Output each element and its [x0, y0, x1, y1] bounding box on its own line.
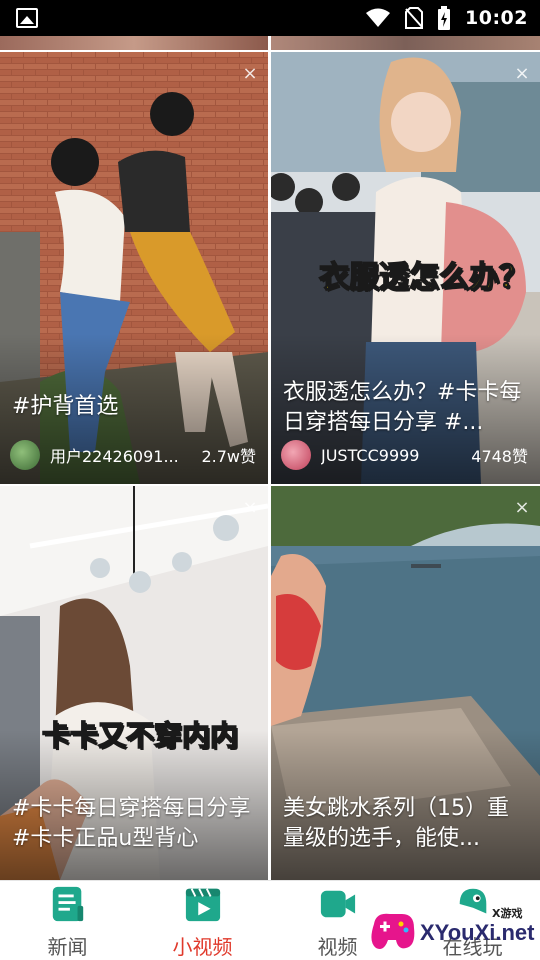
tab-short-video[interactable]: 小视频 [135, 881, 270, 960]
watermark-small: X游戏 [492, 907, 523, 920]
video-caption: #护背首选 [12, 394, 119, 419]
like-count: 4748赞 [471, 447, 528, 466]
dismiss-icon[interactable]: × [514, 65, 530, 83]
gamepad-logo-icon [371, 913, 415, 949]
author-name[interactable]: JUSTCC9999 [321, 446, 461, 465]
tab-label: 视频 [317, 935, 358, 959]
video-card-4[interactable]: × 美女跳水系列（15）重量级的选手，能使... [271, 486, 540, 880]
video-camera-icon [320, 890, 355, 918]
video-card-3[interactable]: × 卡卡又不穿内内 #卡卡每日穿搭每日分享 #卡卡正品u型背心 [0, 486, 268, 880]
previous-card-left-edge[interactable] [0, 36, 268, 50]
status-icons: 10:02 [365, 6, 528, 30]
previous-card-right-edge[interactable] [271, 36, 540, 50]
tab-label: 小视频 [172, 935, 233, 959]
tab-label: 新闻 [47, 935, 88, 959]
video-card-2[interactable]: × 衣服透怎么办？ 衣服透怎么办？#卡卡每日穿搭每日分享 #... JUSTCC… [271, 52, 540, 484]
video-meta: 用户22426091... 2.7w赞 [10, 440, 256, 470]
video-card-1[interactable]: × #护背首选 用户22426091... 2.7w赞 [0, 52, 268, 484]
battery-charging-icon [438, 6, 451, 30]
clock: 10:02 [465, 7, 528, 29]
like-count: 2.7w赞 [201, 447, 256, 466]
video-caption: #卡卡每日穿搭每日分享 #卡卡正品u型背心 [12, 796, 251, 851]
short-video-feed[interactable]: × #护背首选 用户22426091... 2.7w赞 × 衣服透怎么办？ 衣服… [0, 36, 540, 880]
author-avatar[interactable] [10, 440, 40, 470]
video-meta: JUSTCC9999 4748赞 [281, 440, 528, 470]
dismiss-icon[interactable]: × [242, 499, 258, 517]
author-avatar[interactable] [281, 440, 311, 470]
video-caption: 衣服透怎么办？#卡卡每日穿搭每日分享 #... [283, 380, 522, 435]
watermark-logo: XYouXi.net X游戏 [368, 904, 536, 956]
gallery-notification-icon [16, 8, 38, 28]
wifi-icon [366, 8, 391, 27]
video-overlay-text: 衣服透怎么办？ [318, 259, 530, 296]
dismiss-icon[interactable]: × [242, 65, 258, 83]
tab-news[interactable]: 新闻 [0, 881, 135, 960]
short-video-icon [185, 888, 220, 922]
watermark-brand: XYouXi.net [420, 920, 535, 945]
news-icon [52, 886, 83, 922]
dismiss-icon[interactable]: × [514, 499, 530, 517]
status-bar: 10:02 [0, 0, 540, 36]
author-name[interactable]: 用户22426091... [50, 443, 191, 467]
no-sim-icon [405, 7, 424, 29]
video-caption: 美女跳水系列（15）重量级的选手，能使... [283, 796, 509, 851]
